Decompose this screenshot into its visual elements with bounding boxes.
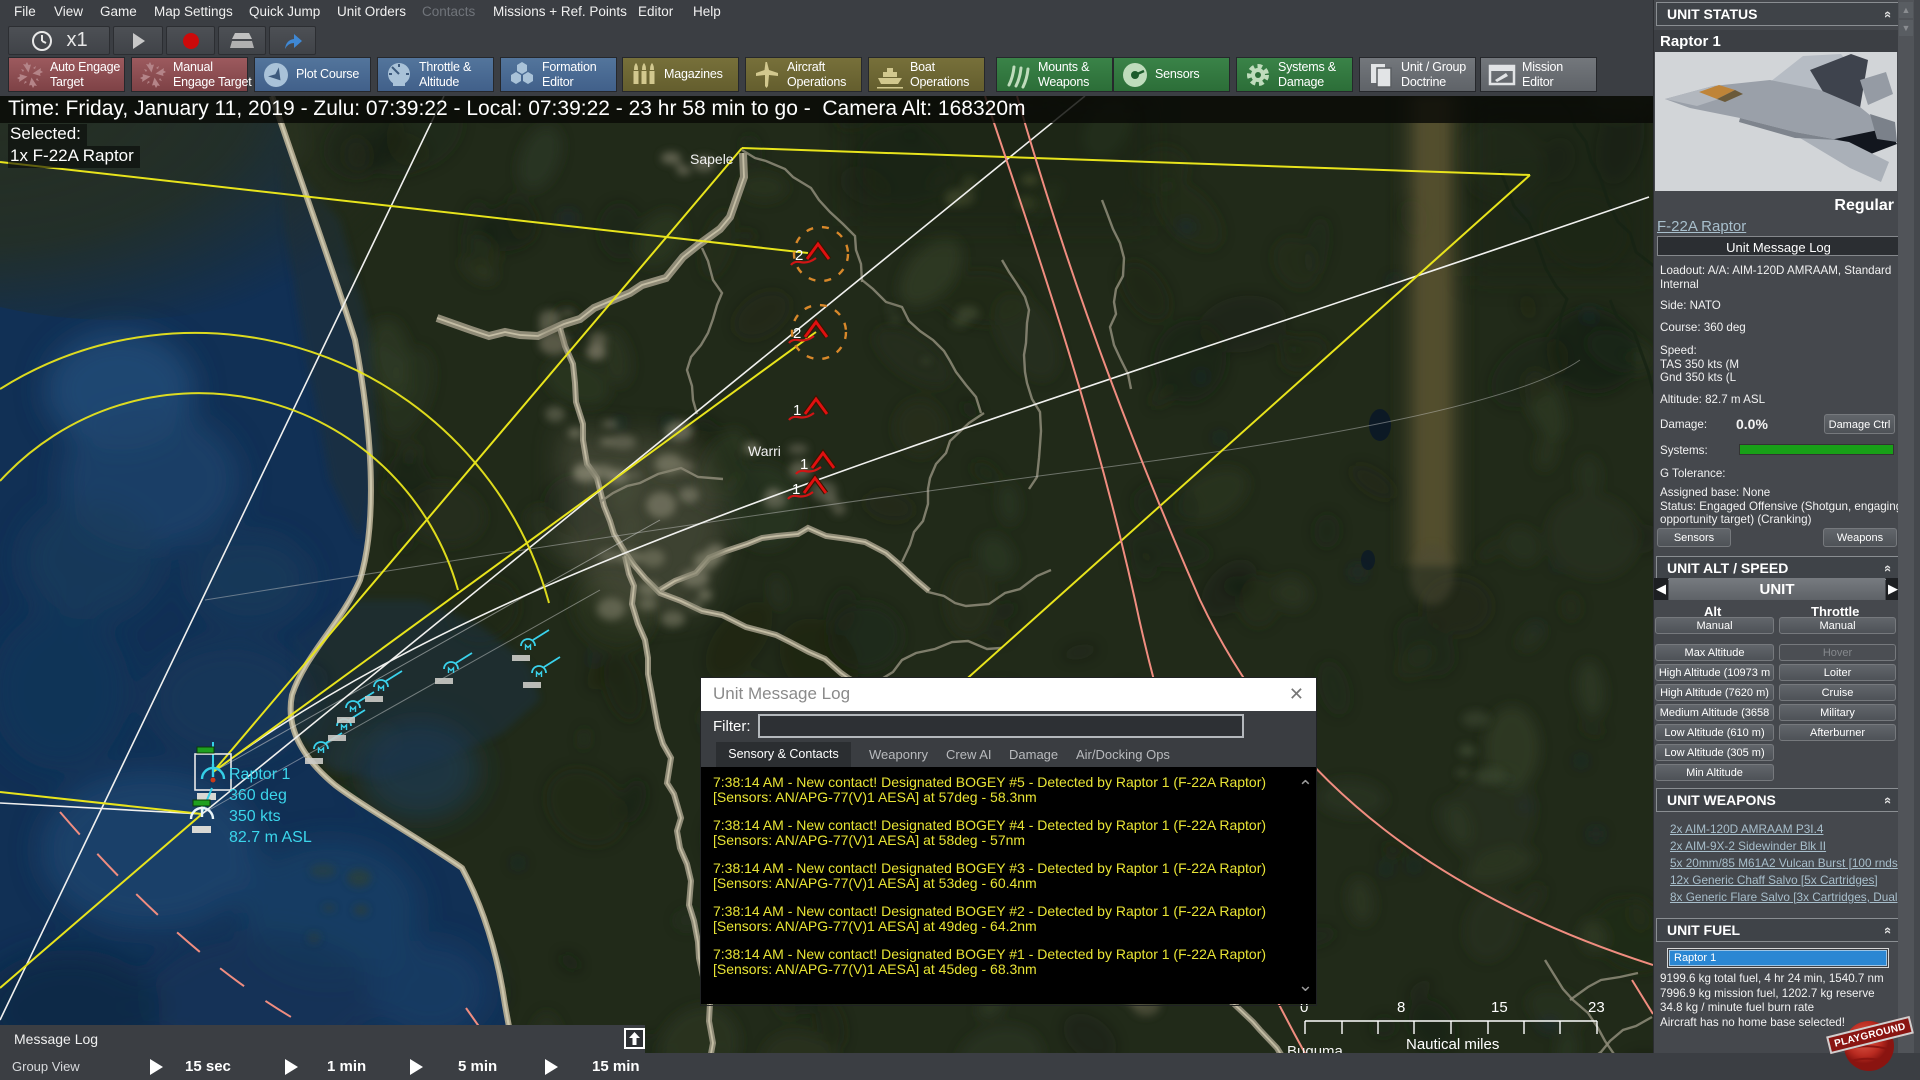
svg-text:Raptor 1: Raptor 1 (229, 766, 290, 783)
svg-text:82.7 m ASL: 82.7 m ASL (229, 829, 312, 846)
svg-text:23: 23 (1588, 999, 1605, 1016)
svg-text:1: 1 (800, 456, 808, 473)
svg-text:360 deg: 360 deg (229, 787, 287, 804)
svg-text:1: 1 (793, 402, 801, 419)
svg-text:15: 15 (1491, 999, 1508, 1016)
svg-text:2: 2 (793, 325, 801, 342)
svg-text:350 kts: 350 kts (229, 808, 281, 825)
svg-text:Nautical miles: Nautical miles (1406, 1036, 1499, 1053)
svg-text:8: 8 (1397, 999, 1405, 1016)
svg-text:Sapele: Sapele (690, 151, 734, 167)
svg-text:Warri: Warri (748, 443, 781, 459)
svg-text:2: 2 (795, 247, 803, 264)
svg-text:1: 1 (792, 481, 800, 498)
